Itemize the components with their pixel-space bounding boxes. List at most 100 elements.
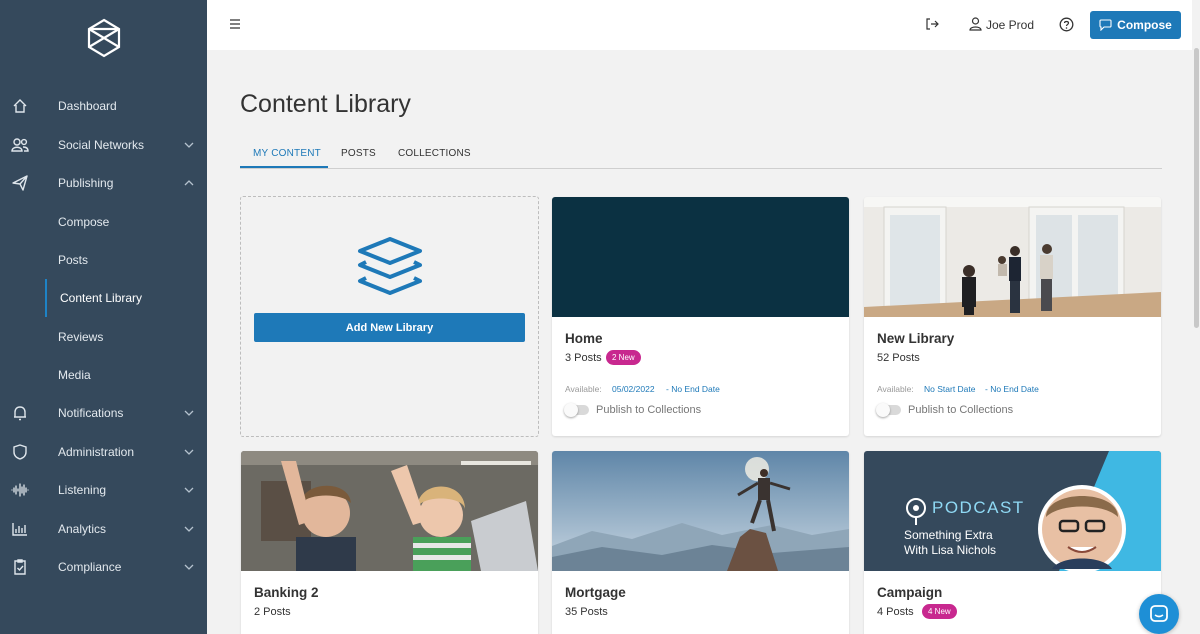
sidebar-item-media[interactable]: Media [0, 358, 207, 392]
card-title: Mortgage [565, 585, 626, 600]
library-card-campaign[interactable]: PODCAST Something Extra With Lisa Nichol… [864, 451, 1161, 634]
content-tabs: MY CONTENT POSTS COLLECTIONS [240, 144, 1162, 169]
available-end-date: - No End Date [985, 384, 1039, 394]
sidebar-item-notifications[interactable]: Notifications [0, 396, 207, 430]
card-post-count: 3 Posts [565, 352, 602, 364]
sidebar-item-label: Compose [58, 215, 110, 229]
chat-launcher-button[interactable] [1139, 594, 1179, 634]
sidebar-item-publishing[interactable]: Publishing [0, 166, 207, 200]
users-icon [11, 138, 29, 152]
realtor-photo-image [864, 197, 1161, 317]
sidebar-item-label: Media [58, 368, 91, 382]
toggle-knob [876, 403, 890, 417]
available-end-date: - No End Date [666, 384, 720, 394]
available-start-date: No Start Date [924, 384, 976, 394]
chevron-down-icon [184, 410, 194, 416]
toggle-knob [564, 403, 578, 417]
bar-chart-icon [12, 523, 27, 536]
compose-button[interactable]: Compose [1090, 11, 1181, 39]
sidebar-item-label: Social Networks [58, 138, 145, 152]
sidebar-item-posts[interactable]: Posts [0, 243, 207, 277]
card-title: Home [565, 331, 603, 346]
podcast-heading: PODCAST [932, 498, 1025, 517]
sidebar-item-reviews[interactable]: Reviews [0, 320, 207, 354]
top-bar: Joe Prod Compose [207, 0, 1200, 50]
podcast-subtitle-line1: Something Extra [904, 528, 993, 542]
publish-toggle[interactable] [564, 403, 589, 417]
new-badge: 4 New [922, 604, 957, 619]
tab-collections[interactable]: COLLECTIONS [398, 148, 471, 159]
sidebar-item-compliance[interactable]: Compliance [0, 550, 207, 584]
tab-posts[interactable]: POSTS [341, 148, 376, 159]
sidebar-item-administration[interactable]: Administration [0, 435, 207, 469]
paper-plane-icon [12, 175, 28, 191]
available-label: Available: [877, 384, 914, 394]
scroll-thumb[interactable] [1194, 48, 1199, 328]
excited-kids-photo-image [241, 451, 538, 571]
chevron-up-icon [184, 180, 194, 186]
sidebar-item-label: Publishing [58, 176, 114, 190]
sidebar-item-dashboard[interactable]: Dashboard [0, 89, 207, 123]
sidebar-item-analytics[interactable]: Analytics [0, 512, 207, 546]
available-start-date: 05/02/2022 [612, 384, 655, 394]
publish-toggle-label: Publish to Collections [908, 404, 1014, 416]
add-library-card: Add New Library [240, 196, 539, 437]
chat-bubble-icon [1099, 19, 1112, 31]
sidebar: Dashboard Social Networks Publishing Com… [0, 0, 207, 634]
logout-icon[interactable] [925, 17, 939, 31]
sidebar-item-content-library[interactable]: Content Library [0, 281, 207, 315]
chevron-down-icon [184, 487, 194, 493]
sidebar-item-label: Administration [58, 445, 135, 459]
sidebar-item-label: Reviews [58, 330, 104, 344]
card-post-count: 35 Posts [565, 606, 608, 618]
sidebar-item-social-networks[interactable]: Social Networks [0, 128, 207, 162]
podcast-subtitle-line2: With Lisa Nichols [904, 543, 997, 557]
sidebar-item-listening[interactable]: Listening [0, 473, 207, 507]
sidebar-item-compose[interactable]: Compose [0, 205, 207, 239]
shield-icon [13, 444, 27, 460]
card-title: Campaign [877, 585, 943, 600]
page-scrollbar[interactable] [1192, 0, 1200, 634]
sidebar-item-label: Compliance [58, 560, 122, 574]
chevron-down-icon [184, 142, 194, 148]
compose-button-label: Compose [1117, 18, 1172, 32]
sidebar-item-label: Analytics [58, 522, 107, 536]
chevron-down-icon [184, 449, 194, 455]
mountain-climber-photo-image [552, 451, 849, 571]
hamburger-menu-icon[interactable] [229, 18, 241, 30]
sidebar-item-label: Listening [58, 483, 107, 497]
library-card-new-library[interactable]: New Library 52 Posts Available: No Start… [864, 197, 1161, 436]
card-post-count: 2 Posts [254, 606, 291, 618]
publish-toggle-label: Publish to Collections [596, 404, 702, 416]
card-post-count: 4 Posts [877, 606, 914, 618]
user-icon[interactable] [969, 17, 982, 31]
help-icon[interactable] [1059, 17, 1074, 32]
add-new-library-button[interactable]: Add New Library [254, 313, 525, 342]
clipboard-check-icon [14, 559, 26, 575]
active-tab-underline [240, 166, 328, 168]
sidebar-item-label: Posts [58, 253, 89, 267]
library-card-mortgage[interactable]: Mortgage 35 Posts [552, 451, 849, 634]
home-icon [13, 99, 27, 113]
chevron-down-icon [184, 526, 194, 532]
layers-icon [358, 237, 422, 295]
sidebar-item-label: Dashboard [58, 99, 117, 113]
chat-icon [1150, 605, 1168, 622]
sidebar-item-label: Content Library [60, 291, 143, 305]
card-title: Banking 2 [254, 585, 319, 600]
soundwave-icon [11, 483, 29, 497]
card-post-count: 52 Posts [877, 352, 920, 364]
library-card-home[interactable]: Home 3 Posts 2 New Available: 05/02/2022… [552, 197, 849, 436]
card-thumbnail [552, 197, 849, 317]
brand-logo-icon[interactable] [86, 18, 122, 58]
publish-toggle[interactable] [876, 403, 901, 417]
new-badge: 2 New [606, 350, 641, 365]
page-title: Content Library [240, 90, 411, 118]
bell-icon [14, 406, 26, 421]
available-label: Available: [565, 384, 602, 394]
chevron-down-icon [184, 564, 194, 570]
library-card-banking-2[interactable]: Banking 2 2 Posts [241, 451, 538, 634]
sidebar-item-label: Notifications [58, 406, 124, 420]
tab-my-content[interactable]: MY CONTENT [253, 148, 321, 159]
user-name[interactable]: Joe Prod [986, 18, 1034, 32]
